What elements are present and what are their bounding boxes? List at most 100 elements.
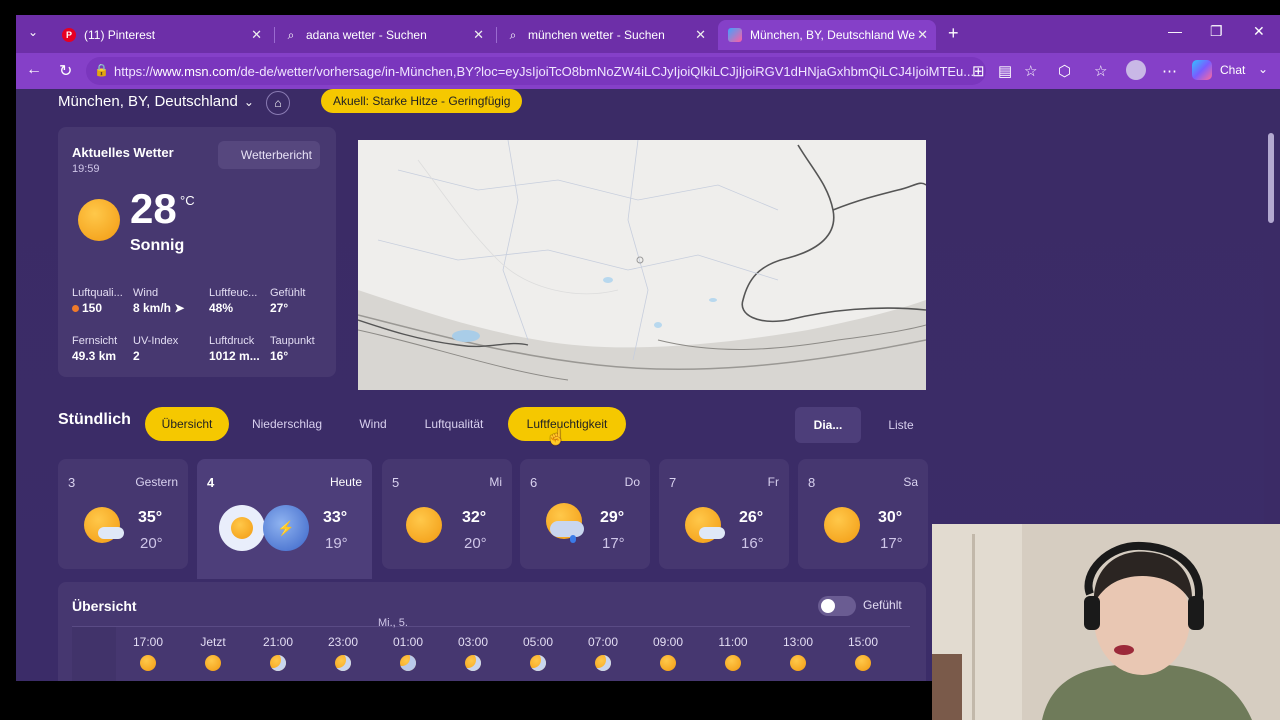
sidebar-collapse-icon[interactable]: ⌄ [1258, 62, 1268, 76]
stat-label: Wind [133, 287, 159, 299]
tab-muenchen-search[interactable]: ⌕ münchen wetter - Suchen ✕ [496, 20, 714, 50]
hourly-strip: Mi., 5. 17:00 Jetzt 21:00 23:00 01:00 03… [72, 617, 910, 681]
stat-label: Fernsicht [72, 335, 118, 347]
hour-column[interactable]: 01:00 [383, 635, 433, 671]
restore-icon[interactable]: ❐ [1210, 23, 1223, 40]
tab-label: (11) Pinterest [84, 28, 156, 42]
minimize-icon[interactable]: — [1168, 23, 1182, 39]
pill-label: Niederschlag [251, 417, 323, 431]
day-card[interactable]: 6 Do 29° 17° [520, 459, 650, 569]
extensions-icon[interactable]: ⬡ [1058, 62, 1071, 80]
stat-value: 16° [270, 349, 289, 363]
view-list-button[interactable]: Liste [876, 407, 926, 443]
hour-column[interactable]: 17:00 [123, 635, 173, 671]
feels-like-toggle[interactable] [818, 596, 856, 616]
day-high: 32° [462, 509, 487, 526]
hour-column[interactable]: 05:00 [513, 635, 563, 671]
weather-map[interactable] [358, 140, 926, 390]
day-card[interactable]: 3 Gestern 35° 20° [58, 459, 188, 569]
pill-air-quality[interactable]: Luftqualität [412, 407, 496, 441]
day-card-today[interactable]: 4 Heute ⚡ 33° 19° [197, 459, 372, 579]
hour-column[interactable]: 09:00 [643, 635, 693, 671]
day-card[interactable]: 7 Fr 26° 16° [659, 459, 789, 569]
url-host: www.msn.com [153, 63, 237, 79]
stat-humidity[interactable]: Luftfeuc... 48% [209, 287, 257, 315]
hour-label: Jetzt [200, 635, 226, 649]
day-label: Mi [489, 475, 502, 489]
chat-button[interactable]: Chat [1192, 60, 1245, 80]
partly-cloudy-icon [270, 655, 286, 671]
hour-label: 09:00 [652, 635, 684, 649]
wind-direction-icon: ➤ [174, 301, 185, 315]
hour-column[interactable]: 21:00 [253, 635, 303, 671]
hour-column[interactable]: Jetzt [188, 635, 238, 671]
day-card[interactable]: 5 Mi 32° 20° [382, 459, 512, 569]
tab-list-icon[interactable]: ⌄ [28, 25, 38, 39]
scrollbar-thumb[interactable] [1268, 133, 1274, 223]
pill-humidity[interactable]: Luftfeuchtigkeit [508, 407, 626, 441]
tab-msn-weather[interactable]: München, BY, Deutschland Wetter ✕ [718, 20, 936, 50]
close-icon[interactable]: ✕ [473, 27, 484, 43]
favorites-icon[interactable]: ☆ [1094, 62, 1107, 80]
sun-icon [660, 655, 676, 671]
hour-column[interactable]: 11:00 [708, 635, 758, 671]
sun-icon [78, 199, 120, 241]
view-chart-button[interactable]: Dia... [795, 407, 861, 443]
weather-report-button[interactable]: Wetterbericht [218, 141, 320, 169]
stat-visibility[interactable]: Fernsicht 49.3 km [72, 335, 117, 363]
day-number: 4 [207, 475, 215, 490]
day-number: 5 [392, 475, 400, 490]
hour-column[interactable]: 13:00 [773, 635, 823, 671]
moon-storm-icon [400, 655, 416, 671]
close-window-icon[interactable]: ✕ [1253, 23, 1265, 40]
day-high: 33° [323, 509, 348, 526]
more-icon[interactable]: ⋯ [1162, 62, 1177, 80]
hour-column[interactable]: 07:00 [578, 635, 628, 671]
report-label: Wetterbericht [240, 148, 312, 162]
pill-wind[interactable]: Wind [350, 407, 396, 441]
stat-label: UV-Index [133, 335, 179, 347]
stat-value: 2 [133, 349, 140, 363]
close-icon[interactable]: ✕ [695, 27, 706, 43]
location-selector[interactable]: München, BY, Deutschland ⌄ [58, 93, 254, 110]
hour-column[interactable]: 15:00 [838, 635, 888, 671]
profile-avatar[interactable] [1126, 60, 1146, 80]
back-icon[interactable]: ← [26, 61, 42, 79]
hour-column[interactable]: 23:00 [318, 635, 368, 671]
sun-icon [790, 655, 806, 671]
stat-uv-index[interactable]: UV-Index 2 [133, 335, 178, 363]
favorite-star-icon[interactable]: ☆ [1024, 62, 1037, 80]
current-weather-title: Aktuelles Wetter [72, 145, 174, 160]
day-low: 16° [741, 535, 764, 552]
close-icon[interactable]: ✕ [251, 27, 262, 43]
stat-air-quality[interactable]: Luftquali... 150 [72, 287, 123, 315]
apps-icon[interactable]: ⊞ [972, 62, 985, 80]
strip-axis [72, 627, 116, 681]
hour-label: 15:00 [847, 635, 879, 649]
current-condition: Sonnig [130, 237, 185, 254]
home-button[interactable]: ⌂ [266, 91, 290, 115]
stat-dew-point[interactable]: Taupunkt 16° [270, 335, 315, 363]
stat-wind[interactable]: Wind 8 km/h ➤ [133, 287, 184, 315]
url-input[interactable]: 🔒 https://www.msn.com/de-de/wetter/vorhe… [86, 57, 986, 85]
heat-alert-badge[interactable]: Akuell: Starke Hitze - Geringfügig [321, 89, 523, 113]
rain-cloud-icon [546, 503, 584, 543]
stat-pressure[interactable]: Luftdruck 1012 m... [209, 335, 260, 363]
tab-adana-search[interactable]: ⌕ adana wetter - Suchen ✕ [274, 20, 492, 50]
close-icon[interactable]: ✕ [917, 27, 928, 43]
tab-pinterest[interactable]: P (11) Pinterest ✕ [52, 20, 270, 50]
search-icon: ⌕ [509, 27, 517, 42]
new-tab-icon[interactable]: + [948, 23, 959, 44]
stat-value: 8 km/h [133, 301, 172, 315]
reader-icon[interactable]: ▤ [998, 62, 1012, 80]
hour-label: 01:00 [392, 635, 424, 649]
day-card[interactable]: 8 Sa 30° 17° [798, 459, 928, 569]
day-number: 7 [669, 475, 677, 490]
stat-feels-like[interactable]: Gefühlt 27° [270, 287, 305, 315]
partly-cloudy-icon [595, 655, 611, 671]
hour-column[interactable]: 03:00 [448, 635, 498, 671]
day-label: Fr [767, 475, 779, 489]
refresh-icon[interactable]: ↻ [59, 61, 72, 81]
pill-overview[interactable]: Übersicht [145, 407, 229, 441]
pill-precipitation[interactable]: Niederschlag [240, 407, 334, 441]
